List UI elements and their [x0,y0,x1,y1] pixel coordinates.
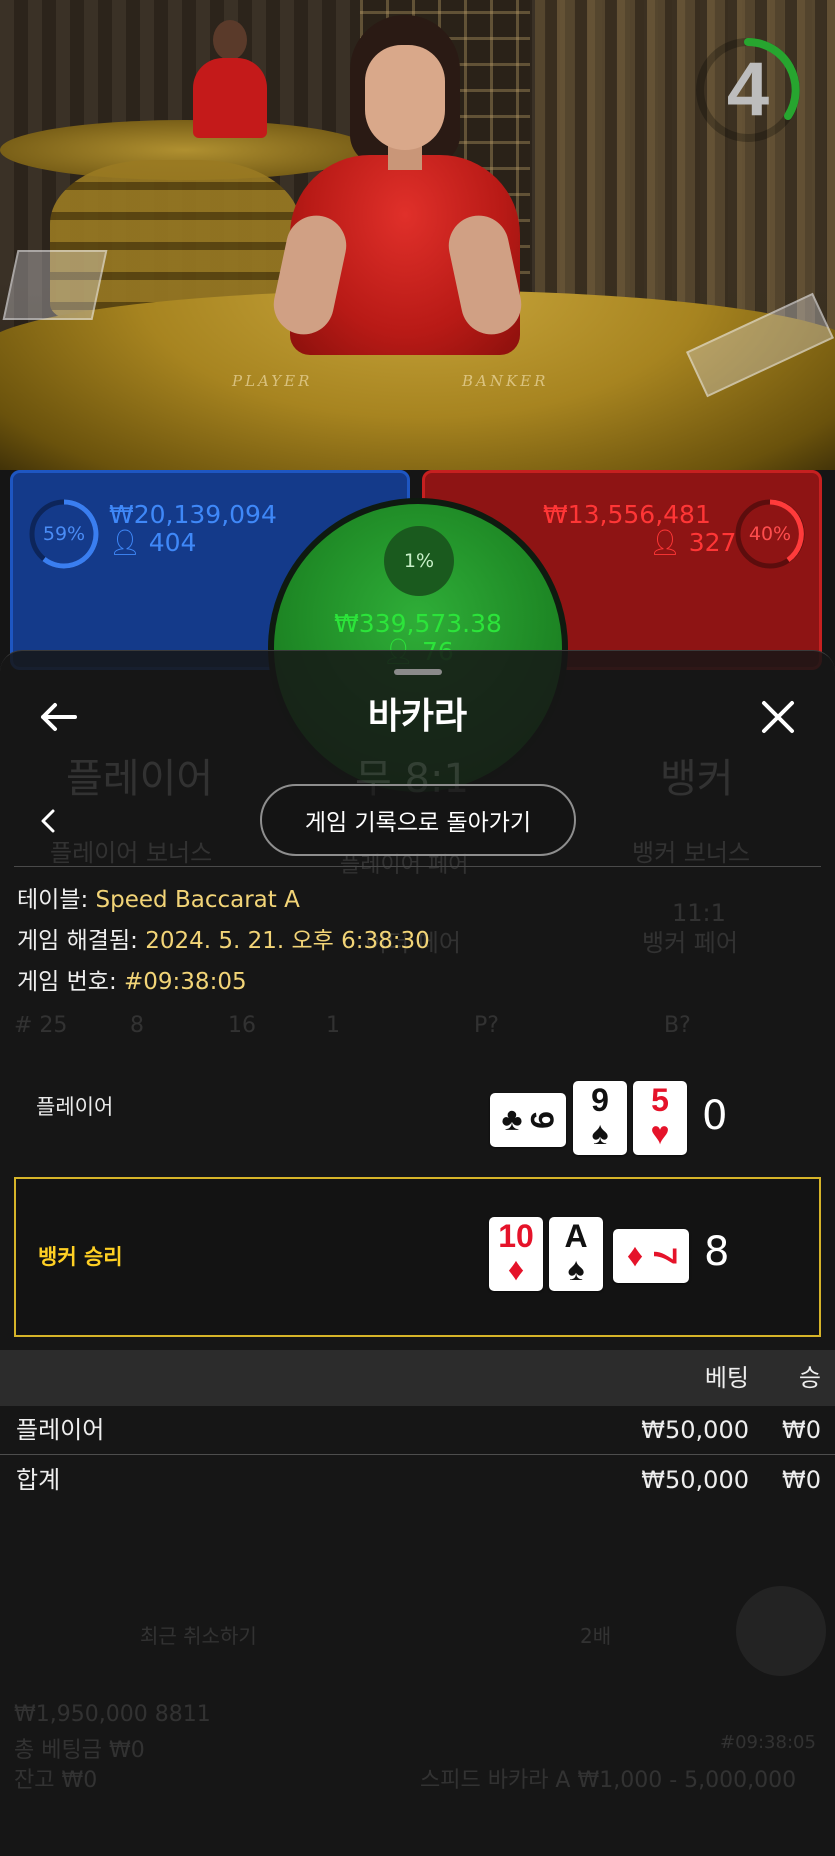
card-suit-icon: ♠ [567,1251,585,1287]
live-video: PLAYER BANKER 4 [0,0,835,470]
bg-total-bet: 총 베팅금 ₩0 [14,1738,145,1763]
info-table-value: Speed Baccarat A [95,887,300,913]
bg-player-bonus: 플레이어 보너스 [50,839,213,867]
close-icon [762,701,794,733]
table-label-banker: BANKER [462,372,549,390]
player-bet-count-row: 👤︎ 404 [109,529,196,557]
player-hand-row: 플레이어 9 ♣ 9 ♠ 5 ♥ 0 [14,1051,821,1191]
row-bet: ₩50,000 [641,1466,749,1494]
card-rank: 5 [651,1082,669,1118]
row-name: 플레이어 [16,1416,105,1444]
player-hand-total: 0 [702,1093,728,1139]
banker-hand-row: 뱅커 승리 10 ♦ A ♠ 7 ♦ 8 [14,1177,821,1337]
table-row: 합계 ₩50,000 ₩0 [0,1455,835,1505]
sheet-drag-handle[interactable] [394,669,442,675]
info-number-value: #09:38:05 [124,969,247,995]
countdown-timer: 4 [688,30,808,150]
player-bet-amount: ₩20,139,094 [109,500,277,529]
row-win: ₩0 [782,1416,821,1444]
card-rank: A [564,1218,588,1254]
bg-banker-label: 뱅커 [660,756,734,802]
sheet-title: 바카라 [367,696,468,737]
bg-player-label: 플레이어 [66,756,214,802]
playing-card: 9 ♣ [490,1093,566,1147]
banker-hand-total: 8 [704,1229,730,1275]
playing-card: A ♠ [549,1217,603,1291]
bg-road-stat: 8 [130,1013,144,1038]
bg-banker-bonus: 뱅커 보너스 [632,839,751,867]
bg-balance: 잔고 ₩0 [14,1768,98,1793]
table-label-player: PLAYER [232,372,313,390]
card-suit-icon: ♦ [507,1251,525,1287]
info-resolved: 게임 해결됨: 2024. 5. 21. 오후 6:38:30 [17,924,430,958]
info-resolved-value: 2024. 5. 21. 오후 6:38:30 [145,928,430,954]
chevron-left-icon [41,809,55,833]
info-table: 테이블: Speed Baccarat A [17,883,300,917]
bg-road-stat: B? [664,1013,691,1038]
card-suit-icon: ♦ [626,1237,644,1273]
results-header: 베팅 승 [0,1350,835,1406]
card-rank: 9 [591,1082,609,1118]
bg-road-stat: 1 [326,1013,340,1038]
banker-bet-amount: ₩13,556,481 [543,500,711,529]
bg-road-stat: P? [474,1013,499,1038]
player-bet-count: 404 [148,528,197,557]
card-rank: 9 [524,1111,560,1129]
banker-win-label: 뱅커 승리 [38,1245,123,1269]
banker-bet-count-row: 👤︎ 327 [649,529,736,557]
bg-banker-pair: 뱅커 페어 [642,929,738,957]
playing-card: 10 ♦ [489,1217,543,1291]
info-resolved-label: 게임 해결됨: [17,928,138,954]
results-header-row: 베팅 승 [0,1353,835,1403]
playing-card: 5 ♥ [633,1081,687,1155]
bg-road-stat: # 25 [14,1013,68,1038]
menu-button[interactable] [736,1586,826,1676]
banker-bet-count: 327 [688,528,737,557]
bg-table-info: 스피드 바카라 A ₩1,000 - 5,000,000 [420,1768,797,1793]
player-hand-label: 플레이어 [36,1095,114,1119]
row-name: 합계 [16,1466,61,1494]
row-win: ₩0 [782,1466,821,1494]
info-table-label: 테이블: [17,887,89,913]
header-win: 승 [798,1364,821,1392]
card-suit-icon: ♠ [591,1115,609,1151]
tie-percent: 1% [384,526,454,596]
card-suit-icon: ♣ [501,1101,523,1137]
divider [14,866,821,867]
banker-percent-ring: 40% [733,497,807,571]
playing-card: 7 ♦ [613,1229,689,1283]
bg-timestamp: #09:38:05 [720,1732,816,1753]
bg-undo-label: 최근 취소하기 [140,1624,257,1648]
person-icon: 👤︎ [649,528,681,557]
card-shoe-left [2,250,108,320]
player-percent: 59% [42,523,86,545]
bg-balance-line: ₩1,950,000 8811 [14,1702,211,1727]
background-controls: 최근 취소하기 2배 ₩1,950,000 8811 총 베팅금 ₩0 잔고 ₩… [0,1560,835,1856]
playing-card: 9 ♠ [573,1081,627,1155]
player-percent-ring: 59% [27,497,101,571]
banker-percent: 40% [748,523,792,545]
row-bet: ₩50,000 [641,1416,749,1444]
table-row: 플레이어 ₩50,000 ₩0 [0,1405,835,1455]
person-icon: 👤︎ [109,528,141,557]
close-button[interactable] [750,689,806,745]
bg-repeat-label: 2배 [580,1624,612,1648]
bg-road-stat: 16 [228,1013,256,1038]
info-number-label: 게임 번호: [17,969,117,995]
previous-button[interactable] [28,801,68,841]
card-rank: 10 [498,1218,534,1254]
timer-value: 4 [726,47,770,132]
dealer [250,15,540,355]
back-to-history-button[interactable]: 게임 기록으로 돌아가기 [260,784,576,856]
card-suit-icon: ♥ [650,1115,670,1151]
tie-bet-amount: ₩339,573.38 [334,609,502,638]
header-bet: 베팅 [704,1364,749,1392]
info-number: 게임 번호: #09:38:05 [17,965,247,999]
card-rank: 7 [647,1247,683,1265]
